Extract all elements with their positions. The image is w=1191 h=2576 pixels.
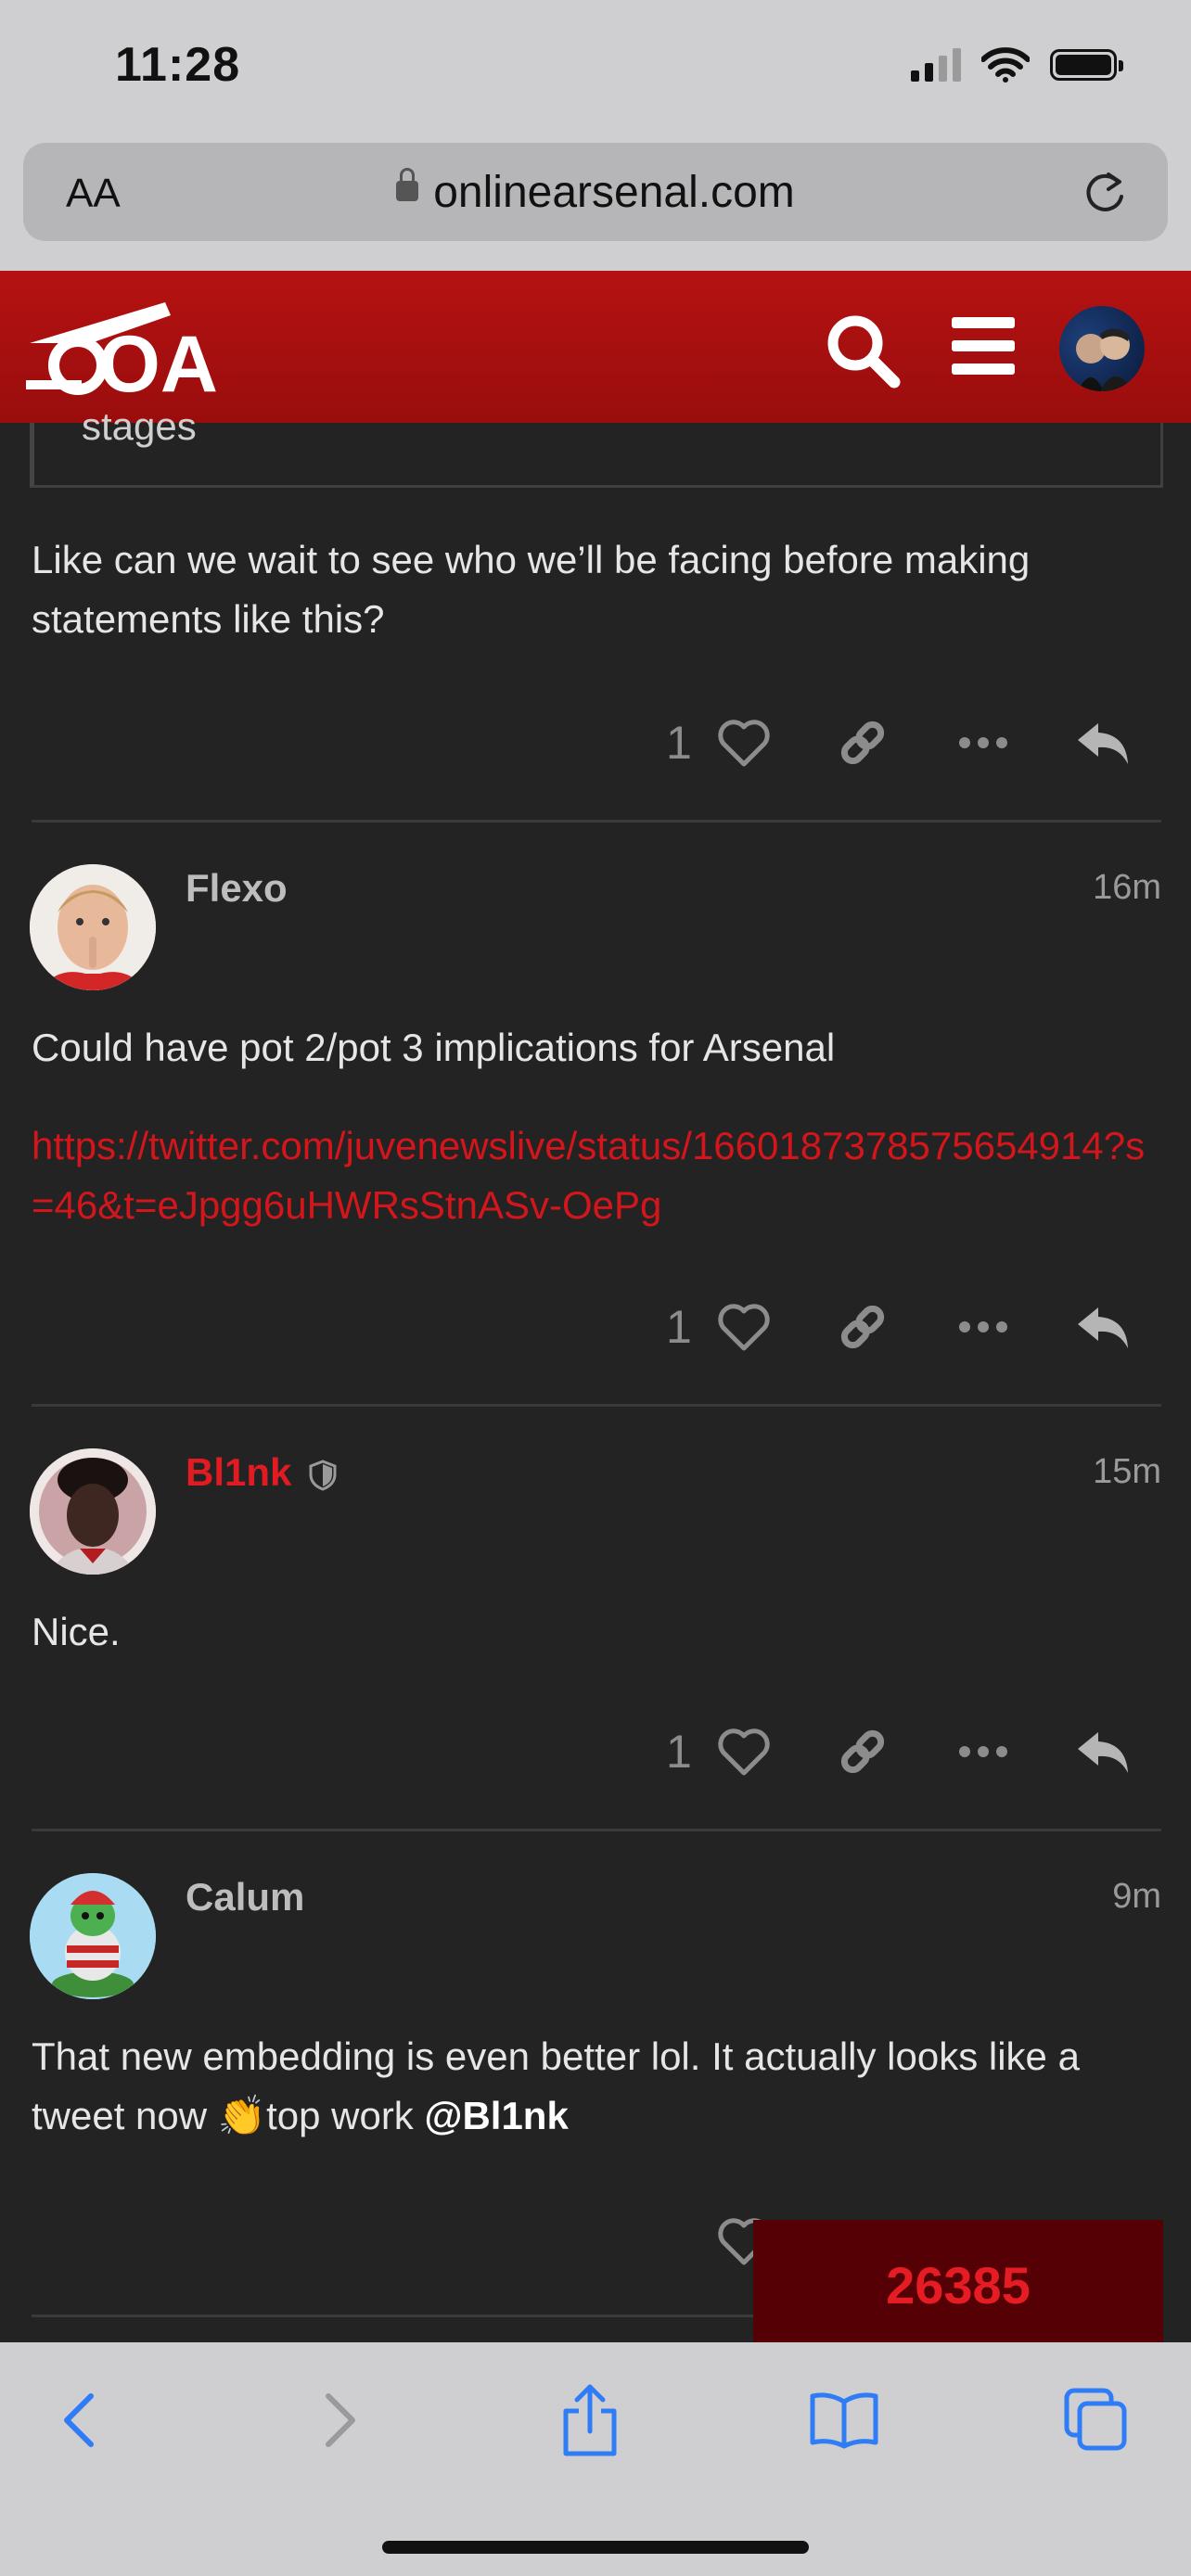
browser-address-area: AA onlinearsenal.com <box>0 139 1191 271</box>
user-avatar[interactable] <box>1059 306 1145 391</box>
post-divider <box>32 1829 1161 1831</box>
url-text: onlinearsenal.com <box>433 168 795 217</box>
address-bar[interactable]: AA onlinearsenal.com <box>23 143 1168 241</box>
username[interactable]: Bl1nk <box>186 1450 338 1495</box>
username-text: Bl1nk <box>186 1450 292 1494</box>
post-actions: 1 <box>649 1719 1159 1784</box>
back-icon[interactable] <box>59 2391 100 2450</box>
post-body-text-2: top work <box>266 2094 425 2137</box>
post-time[interactable]: 16m <box>1093 868 1161 908</box>
wifi-icon <box>981 47 1030 83</box>
username[interactable]: Calum <box>186 1875 304 1919</box>
bookmarks-icon[interactable] <box>809 2391 879 2450</box>
post-link-paragraph: https://twitter.com/juvenewslive/status/… <box>32 1116 1159 1235</box>
post-time[interactable]: 15m <box>1093 1452 1161 1492</box>
more-options-icon[interactable] <box>955 1719 1011 1784</box>
link-icon[interactable] <box>835 1294 890 1359</box>
status-bar: 11:28 <box>0 0 1191 139</box>
site-logo[interactable]: OA <box>26 295 230 409</box>
post-divider <box>32 1404 1161 1407</box>
tweet-link[interactable]: https://twitter.com/juvenewslive/status/… <box>32 1124 1145 1227</box>
tabs-icon[interactable] <box>1063 2387 1130 2454</box>
forward-icon[interactable] <box>319 2391 360 2450</box>
post-body: That new embedding is even better lol. I… <box>32 2027 1159 2146</box>
reload-icon[interactable] <box>1081 169 1129 217</box>
heart-icon[interactable] <box>716 710 772 775</box>
link-icon[interactable] <box>835 1719 890 1784</box>
battery-icon <box>1050 49 1123 81</box>
cellular-signal-icon <box>911 48 961 82</box>
like-count: 1 <box>666 717 692 769</box>
reply-icon[interactable] <box>1074 1719 1133 1784</box>
post-body: Nice. <box>32 1610 121 1653</box>
avatar-calum[interactable] <box>30 1873 156 1999</box>
browser-toolbar <box>0 2342 1191 2576</box>
home-indicator[interactable] <box>382 2541 809 2554</box>
site-header: OA <box>0 271 1191 423</box>
like-count: 1 <box>666 1726 692 1778</box>
status-time: 11:28 <box>115 38 241 92</box>
clapping-emoji: 👏 <box>217 2094 267 2137</box>
logo-text: OA <box>98 320 218 397</box>
post-time[interactable]: 9m <box>1112 1877 1161 1917</box>
post-actions: 1 <box>649 1294 1159 1359</box>
reply-icon[interactable] <box>1074 1294 1133 1359</box>
link-icon[interactable] <box>835 710 890 775</box>
lock-icon <box>396 168 419 202</box>
search-icon[interactable] <box>824 312 902 389</box>
avatar-flexo[interactable] <box>30 864 156 990</box>
post-divider <box>32 820 1161 823</box>
more-options-icon[interactable] <box>955 1294 1011 1359</box>
status-icons <box>911 46 1123 83</box>
quote-text: stages <box>82 404 197 448</box>
like-count: 1 <box>666 1301 692 1353</box>
avatar-bl1nk[interactable] <box>30 1448 156 1575</box>
reply-icon[interactable] <box>1074 710 1133 775</box>
post-actions: 1 <box>649 710 1159 775</box>
moderator-shield-icon <box>309 1460 337 1491</box>
heart-icon[interactable] <box>716 1719 772 1784</box>
more-options-icon[interactable] <box>955 710 1011 775</box>
url-field[interactable]: onlinearsenal.com <box>23 167 1168 218</box>
post-counter-badge[interactable]: 26385 <box>753 2220 1163 2344</box>
username[interactable]: Flexo <box>186 866 288 911</box>
user-mention[interactable]: @Bl1nk <box>424 2094 568 2137</box>
cannon-logo-icon: OA <box>26 302 218 409</box>
quote-block <box>30 423 1163 488</box>
post-body: Like can we wait to see who we’ll be fac… <box>32 538 1031 641</box>
post-body: Could have pot 2/pot 3 implications for … <box>32 1026 836 1069</box>
post-counter-value: 26385 <box>886 2256 1031 2315</box>
heart-icon[interactable] <box>716 1294 772 1359</box>
hamburger-menu-icon[interactable] <box>950 315 1017 376</box>
share-icon[interactable] <box>560 2383 620 2457</box>
